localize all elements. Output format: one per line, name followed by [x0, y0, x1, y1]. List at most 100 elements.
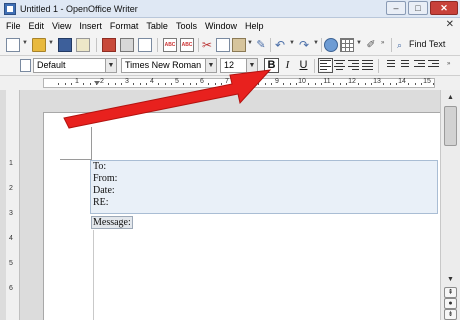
scroll-thumb[interactable] — [444, 106, 457, 146]
ruler-tick — [295, 83, 297, 85]
header-text-frame[interactable]: To: From: Date: RE: — [90, 160, 438, 214]
align-left-icon[interactable] — [318, 58, 333, 73]
menu-edit[interactable]: Edit — [29, 21, 45, 31]
vertical-ruler-number: 6 — [9, 285, 13, 292]
find-text-label[interactable]: Find Text — [409, 39, 445, 49]
previous-page-icon[interactable]: ⇞ — [444, 287, 457, 298]
font-size-value: 12 — [224, 60, 235, 70]
paste-icon[interactable] — [232, 38, 246, 52]
find-icon[interactable]: ⌕ — [397, 38, 407, 52]
menu-help[interactable]: Help — [245, 21, 264, 31]
ruler-tick — [83, 83, 85, 85]
redo-dropdown-icon[interactable]: ▼ — [313, 40, 319, 46]
ruler-tick — [258, 83, 260, 85]
vertical-scrollbar[interactable]: ▲ ▼ ⇞ ● ⇟ — [440, 90, 460, 320]
email-icon[interactable] — [76, 38, 90, 52]
maximize-button[interactable]: □ — [408, 1, 428, 15]
ruler-tick — [308, 83, 310, 85]
print-icon[interactable] — [120, 38, 134, 52]
text-boundary-line — [93, 230, 94, 320]
ruler-number: 11 — [323, 78, 331, 85]
open-folder-icon[interactable] — [32, 38, 46, 52]
date-line: Date: — [93, 185, 115, 196]
menu-insert[interactable]: Insert — [79, 21, 102, 31]
underline-button[interactable]: U — [296, 58, 311, 73]
font-name-select[interactable]: Times New Roman ▼ — [121, 58, 217, 73]
horizontal-ruler[interactable]: 1 2 3 4 5 6 7 8 9 10 11 12 13 14 15 — [43, 78, 435, 88]
new-document-icon[interactable] — [6, 38, 20, 52]
new-dropdown-icon[interactable]: ▼ — [22, 40, 28, 46]
styles-and-formatting-icon[interactable] — [20, 59, 31, 72]
message-field[interactable]: Message: — [91, 216, 133, 229]
align-right-icon[interactable] — [348, 60, 359, 71]
ruler-tick — [339, 83, 341, 85]
indent-marker-icon[interactable] — [94, 81, 100, 85]
re-line: RE: — [93, 197, 109, 208]
open-dropdown-icon[interactable]: ▼ — [48, 40, 54, 46]
show-draw-functions-icon[interactable]: ✐ — [364, 38, 378, 52]
justify-icon[interactable] — [362, 60, 373, 71]
minimize-button[interactable]: – — [386, 1, 406, 15]
vertical-ruler-number: 1 — [9, 160, 13, 167]
menu-format[interactable]: Format — [110, 21, 139, 31]
ruler-number: 12 — [348, 78, 356, 85]
table-icon[interactable] — [340, 38, 354, 52]
menu-tools[interactable]: Tools — [176, 21, 197, 31]
decrease-indent-icon[interactable] — [414, 60, 425, 71]
increase-indent-icon[interactable] — [428, 60, 439, 71]
paragraph-style-value: Default — [37, 60, 66, 70]
format-paintbrush-icon[interactable]: ✎ — [254, 38, 268, 52]
ruler-tick — [345, 83, 347, 85]
chevron-down-icon[interactable]: ▼ — [105, 59, 116, 72]
ruler-number: 4 — [150, 78, 154, 85]
ruler-tick — [370, 83, 372, 85]
ruler-number: 14 — [398, 78, 406, 85]
bold-button[interactable]: B — [264, 58, 279, 73]
close-document-button[interactable]: ✕ — [446, 19, 454, 30]
ruler-number: 13 — [373, 78, 381, 85]
chevron-down-icon[interactable]: ▼ — [246, 59, 257, 72]
toolbar-options-icon[interactable]: » — [447, 61, 450, 67]
ruler-tick — [358, 83, 360, 85]
scroll-up-icon[interactable]: ▲ — [443, 92, 458, 104]
undo-dropdown-icon[interactable]: ▼ — [289, 40, 295, 46]
menu-window[interactable]: Window — [205, 21, 237, 31]
menu-file[interactable]: File — [6, 21, 21, 31]
paste-dropdown-icon[interactable]: ▼ — [247, 40, 253, 46]
redo-icon[interactable]: ↷ — [297, 38, 311, 52]
to-line: To: — [93, 161, 107, 172]
toolbar-options-icon[interactable]: » — [381, 40, 384, 46]
font-size-select[interactable]: 12 ▼ — [220, 58, 258, 73]
ruler-number: 3 — [125, 78, 129, 85]
toolbar-separator — [270, 38, 271, 52]
title-bar: Untitled 1 - OpenOffice Writer – □ ✕ — [0, 0, 460, 18]
italic-button[interactable]: I — [280, 58, 295, 73]
copy-icon[interactable] — [216, 38, 230, 52]
hyperlink-icon[interactable] — [324, 38, 338, 52]
scroll-down-icon[interactable]: ▼ — [443, 274, 458, 286]
print-preview-icon[interactable] — [138, 38, 152, 52]
chevron-down-icon[interactable]: ▼ — [205, 59, 216, 72]
ruler-tick — [233, 83, 235, 85]
undo-icon[interactable]: ↶ — [273, 38, 287, 52]
window-controls: – □ ✕ — [384, 1, 458, 15]
cut-icon[interactable]: ✂ — [200, 38, 214, 52]
autospellcheck-icon[interactable]: ABC — [180, 38, 194, 52]
spellcheck-icon[interactable]: ABC — [163, 38, 177, 52]
navigation-icon[interactable]: ● — [444, 298, 457, 309]
formatting-toolbar: Default ▼ Times New Roman ▼ 12 ▼ B I U » — [0, 56, 460, 76]
vertical-ruler[interactable]: 1 2 3 4 5 6 — [6, 90, 20, 320]
menu-view[interactable]: View — [52, 21, 71, 31]
ruler-tick — [320, 83, 322, 85]
next-page-icon[interactable]: ⇟ — [444, 309, 457, 320]
align-center-icon[interactable] — [334, 60, 345, 71]
numbering-icon[interactable] — [384, 60, 395, 71]
ruler-tick — [108, 83, 110, 85]
table-dropdown-icon[interactable]: ▼ — [356, 40, 362, 46]
pdf-export-icon[interactable] — [102, 38, 116, 52]
close-button[interactable]: ✕ — [430, 1, 458, 15]
menu-table[interactable]: Table — [146, 21, 168, 31]
paragraph-style-select[interactable]: Default ▼ — [33, 58, 117, 73]
save-icon[interactable] — [58, 38, 72, 52]
bullets-icon[interactable] — [398, 60, 409, 71]
